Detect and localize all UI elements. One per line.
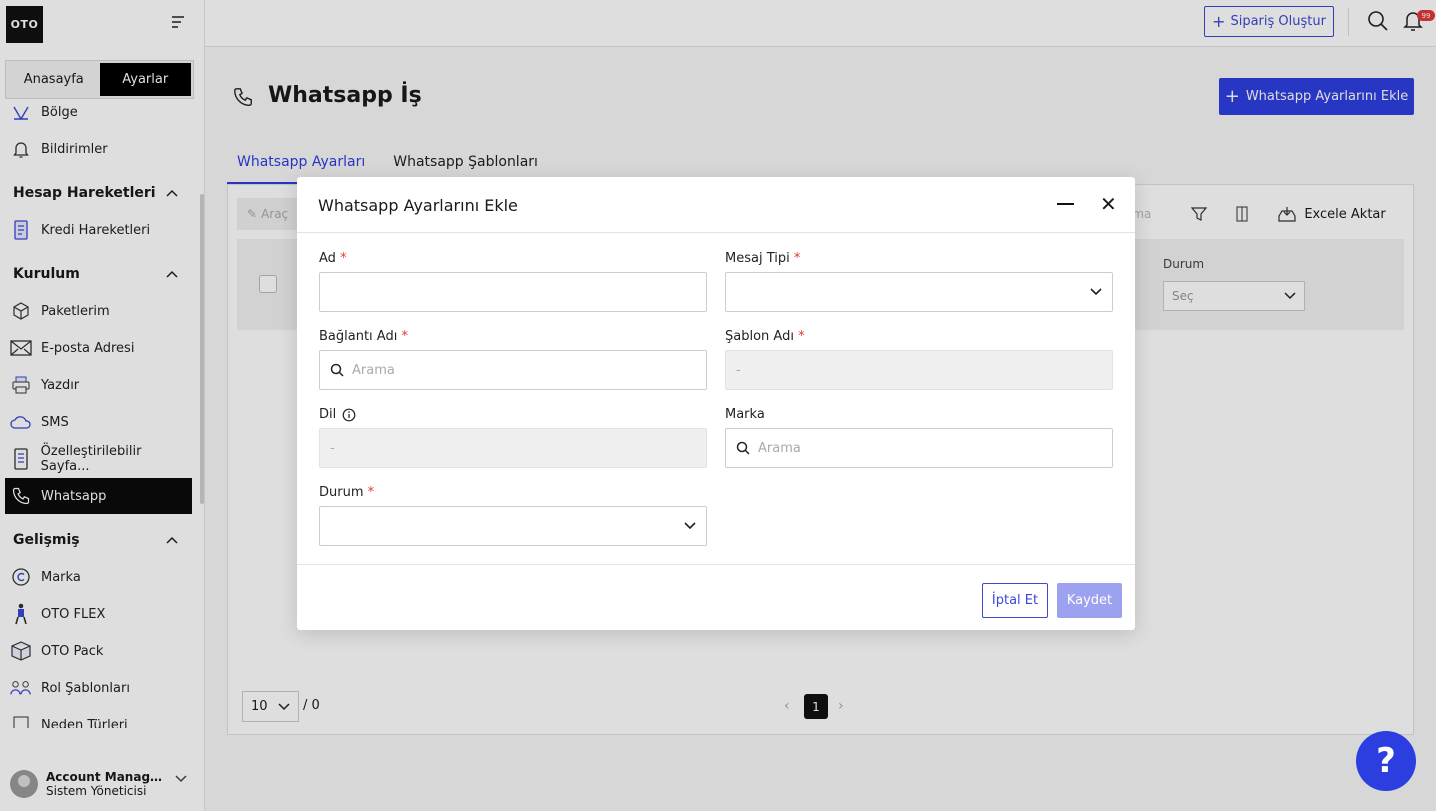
search-icon (330, 363, 344, 377)
info-icon[interactable] (342, 408, 356, 422)
label-dil: Dil (319, 407, 356, 422)
modal-header: Whatsapp Ayarlarını Ekle ✕ (297, 177, 1135, 233)
sablon-adi-field: - (725, 350, 1113, 390)
minimize-icon[interactable] (1057, 203, 1074, 205)
modal-title: Whatsapp Ayarlarını Ekle (318, 196, 518, 215)
search-icon (736, 441, 750, 455)
durum-select[interactable] (319, 506, 707, 546)
label-ad: Ad * (319, 251, 347, 266)
label-marka: Marka (725, 407, 765, 422)
chevron-down-icon (1090, 288, 1102, 296)
ad-input[interactable] (319, 272, 707, 312)
mesaj-tipi-select[interactable] (725, 272, 1113, 312)
help-button[interactable]: ? (1356, 731, 1416, 791)
dil-field: - (319, 428, 707, 468)
label-durum: Durum * (319, 485, 375, 500)
label-baglanti-adi: Bağlantı Adı * (319, 329, 408, 344)
label-mesaj-tipi: Mesaj Tipi * (725, 251, 801, 266)
cancel-button[interactable]: İptal Et (982, 583, 1048, 618)
add-settings-modal: Whatsapp Ayarlarını Ekle ✕ Ad * Mesaj Ti… (297, 177, 1135, 630)
marka-search[interactable]: Arama (725, 428, 1113, 468)
baglanti-adi-search[interactable]: Arama (319, 350, 707, 390)
modal-footer: İptal Et Kaydet (297, 564, 1135, 630)
chevron-down-icon (684, 522, 696, 530)
save-button[interactable]: Kaydet (1057, 583, 1122, 618)
label-sablon-adi: Şablon Adı * (725, 329, 805, 344)
close-icon[interactable]: ✕ (1100, 194, 1117, 214)
